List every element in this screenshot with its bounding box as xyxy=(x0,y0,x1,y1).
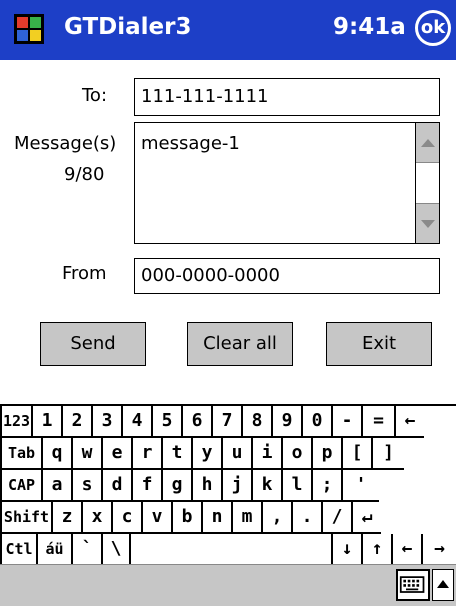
key-r1-6[interactable]: y xyxy=(191,438,221,470)
ok-button[interactable]: ok xyxy=(415,10,451,46)
key-r2-6[interactable]: h xyxy=(191,470,221,502)
message-scrollbar[interactable] xyxy=(415,123,439,243)
key-r3-8[interactable]: , xyxy=(261,502,291,534)
message-textarea[interactable]: message-1 xyxy=(134,122,440,244)
keyboard-row-zxcv: Shift z x c v b n m,. / ↵ xyxy=(0,502,456,534)
key-r1-10[interactable]: p xyxy=(311,438,341,470)
key-r3-4[interactable]: v xyxy=(141,502,171,534)
key-r2-4[interactable]: f xyxy=(131,470,161,502)
key-r3-9[interactable]: . xyxy=(291,502,321,534)
bottom-bar xyxy=(0,564,456,606)
key-r1-2[interactable]: w xyxy=(71,438,101,470)
exit-button[interactable]: Exit xyxy=(326,322,432,366)
key-r3-0[interactable]: Shift xyxy=(0,502,51,534)
key-r0-4[interactable]: 4 xyxy=(121,406,151,438)
to-label: To: xyxy=(82,85,108,106)
key-r0-8[interactable]: 8 xyxy=(241,406,271,438)
key-r4-3[interactable]: \ xyxy=(101,534,129,566)
key-r1-8[interactable]: i xyxy=(251,438,281,470)
key-r0-1[interactable]: 1 xyxy=(31,406,61,438)
key-r1-12[interactable]: ] xyxy=(371,438,404,470)
triangle-up-icon xyxy=(437,580,449,588)
key-r1-11[interactable]: [ xyxy=(341,438,371,470)
key-r3-7[interactable]: m xyxy=(231,502,261,534)
key-r0-13[interactable]: ← xyxy=(394,406,424,438)
scroll-down-arrow-icon xyxy=(421,220,435,228)
key-r1-3[interactable]: e xyxy=(101,438,131,470)
key-r1-4[interactable]: r xyxy=(131,438,161,470)
key-r3-6[interactable]: n xyxy=(201,502,231,534)
keyboard-row-bottom: Ctl áü ` \ ↓ ↑ ← → xyxy=(0,534,456,566)
key-r2-11[interactable]: ' xyxy=(341,470,379,502)
key-r1-9[interactable]: o xyxy=(281,438,311,470)
key-r1-5[interactable]: t xyxy=(161,438,191,470)
soft-keyboard: 123 1 2 3 4 5 6 7 8 9 0- = ← Tab q w e r t y u i o p[] CAP a s d f… xyxy=(0,404,456,566)
message-text: message-1 xyxy=(141,133,240,154)
key-r2-3[interactable]: d xyxy=(101,470,131,502)
key-r0-11[interactable]: - xyxy=(331,406,361,438)
key-r2-1[interactable]: a xyxy=(41,470,71,502)
scroll-up-arrow-icon xyxy=(421,139,435,147)
key-r3-5[interactable]: b xyxy=(171,502,201,534)
key-r2-0[interactable]: CAP xyxy=(0,470,41,502)
input-method-menu-button[interactable] xyxy=(432,569,454,601)
key-r2-10[interactable]: ; xyxy=(311,470,341,502)
key-r3-10[interactable]: / xyxy=(321,502,351,534)
key-r2-9[interactable]: l xyxy=(281,470,311,502)
key-r3-3[interactable]: c xyxy=(111,502,141,534)
app-title: GTDialer3 xyxy=(64,14,192,40)
title-bar: GTDialer3 9:41a ok xyxy=(0,0,456,60)
key-r4-5[interactable]: ↓ xyxy=(331,534,361,566)
key-r4-8[interactable]: → xyxy=(421,534,456,566)
keyboard-row-asdf: CAP a s d f g h j k l; ' xyxy=(0,470,456,502)
key-r0-6[interactable]: 6 xyxy=(181,406,211,438)
key-r2-7[interactable]: j xyxy=(221,470,251,502)
key-r2-5[interactable]: g xyxy=(161,470,191,502)
app-logo-icon xyxy=(14,14,44,44)
key-r1-7[interactable]: u xyxy=(221,438,251,470)
key-r2-8[interactable]: k xyxy=(251,470,281,502)
key-r1-0[interactable]: Tab xyxy=(0,438,41,470)
key-r0-9[interactable]: 9 xyxy=(271,406,301,438)
keyboard-row-qwerty: Tab q w e r t y u i o p[] xyxy=(0,438,456,470)
key-r1-1[interactable]: q xyxy=(41,438,71,470)
from-field[interactable]: 000-0000-0000 xyxy=(134,258,440,294)
key-r0-10[interactable]: 0 xyxy=(301,406,331,438)
key-r0-12[interactable]: = xyxy=(361,406,394,438)
keyboard-row-numbers: 123 1 2 3 4 5 6 7 8 9 0- = ← xyxy=(0,406,456,438)
key-r4-0[interactable]: Ctl xyxy=(0,534,36,566)
key-r0-0[interactable]: 123 xyxy=(0,406,31,438)
key-r0-7[interactable]: 7 xyxy=(211,406,241,438)
send-button[interactable]: Send xyxy=(40,322,146,366)
key-r0-5[interactable]: 5 xyxy=(151,406,181,438)
key-r0-2[interactable]: 2 xyxy=(61,406,91,438)
key-r3-11[interactable]: ↵ xyxy=(351,502,381,534)
from-label: From xyxy=(62,263,107,284)
key-r4-6[interactable]: ↑ xyxy=(361,534,391,566)
key-r4-2[interactable]: ` xyxy=(71,534,101,566)
clear-all-button[interactable]: Clear all xyxy=(187,322,293,366)
key-r3-1[interactable]: z xyxy=(51,502,81,534)
message-label: Message(s) xyxy=(14,133,117,154)
key-r4-1[interactable]: áü xyxy=(36,534,71,566)
to-field[interactable]: 111-111-1111 xyxy=(134,78,440,116)
key-r2-2[interactable]: s xyxy=(71,470,101,502)
scroll-down-button[interactable] xyxy=(416,203,439,243)
clock-time[interactable]: 9:41a xyxy=(333,14,406,40)
key-r0-3[interactable]: 3 xyxy=(91,406,121,438)
key-space[interactable] xyxy=(129,534,331,566)
scroll-up-button[interactable] xyxy=(416,123,439,163)
key-r3-2[interactable]: x xyxy=(81,502,111,534)
keyboard-icon[interactable] xyxy=(396,569,430,601)
key-r4-7[interactable]: ← xyxy=(391,534,421,566)
message-count: 9/80 xyxy=(64,164,105,185)
